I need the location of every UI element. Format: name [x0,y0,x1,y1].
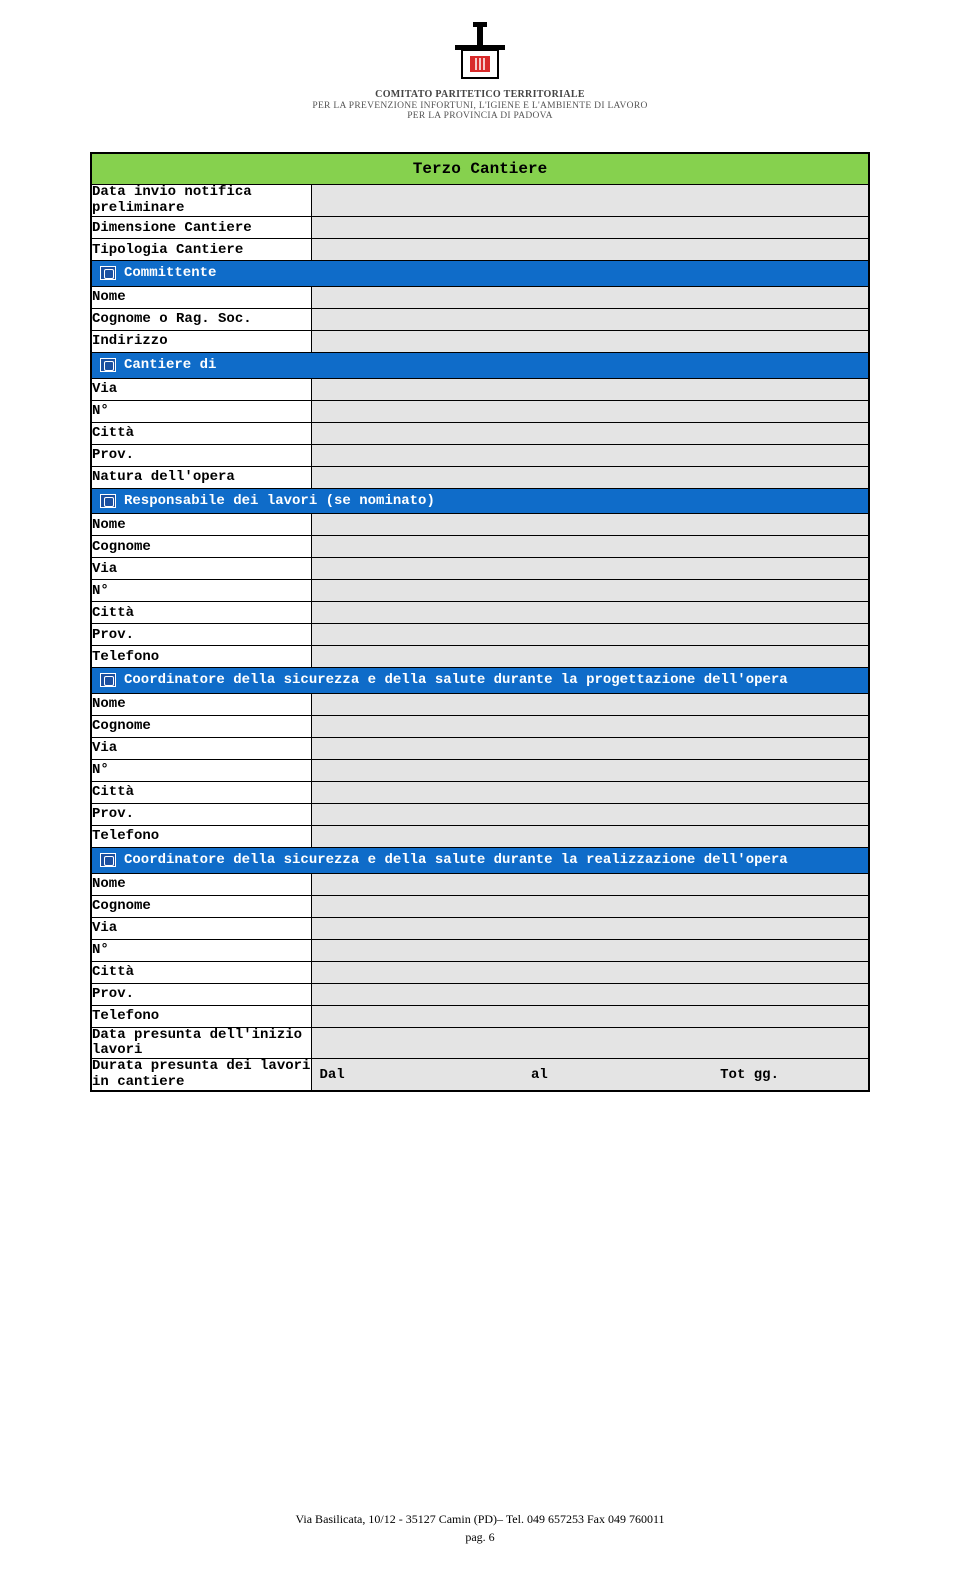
form-table: Terzo Cantiere Data invio notifica preli… [90,152,870,1092]
bullet-icon [100,358,116,372]
form-title: Terzo Cantiere [91,153,869,185]
input-tipologia[interactable] [311,239,869,261]
durata-dal-label: Dal [312,1063,368,1087]
input-nome-2[interactable] [311,514,869,536]
input-nome-4[interactable] [311,873,869,895]
label-cognome-2: Cognome [91,536,311,558]
label-indirizzo: Indirizzo [91,330,311,352]
label-prov-1: Prov. [91,444,311,466]
label-via-1: Via [91,378,311,400]
label-cognome-4: Cognome [91,895,311,917]
input-telefono-2[interactable] [311,646,869,668]
org-line2: PER LA PREVENZIONE INFORTUNI, L'IGIENE E… [90,101,870,112]
label-dimensione: Dimensione Cantiere [91,217,311,239]
label-prov-2: Prov. [91,624,311,646]
document-header: COMITATO PARITETICO TERRITORIALE PER LA … [90,20,870,122]
input-prov-4[interactable] [311,983,869,1005]
input-dimensione[interactable] [311,217,869,239]
input-telefono-3[interactable] [311,825,869,847]
org-line3: PER LA PROVINCIA DI PADOVA [90,111,870,122]
label-cognome-3: Cognome [91,715,311,737]
label-telefono-4: Telefono [91,1005,311,1027]
durata-al-label: al [523,1063,568,1087]
label-via-2: Via [91,558,311,580]
label-telefono-2: Telefono [91,646,311,668]
input-via-3[interactable] [311,737,869,759]
input-data-invio[interactable] [311,185,869,217]
input-data-presunta[interactable] [311,1027,869,1059]
input-nome-3[interactable] [311,693,869,715]
label-data-invio: Data invio notifica preliminare [91,185,311,217]
input-cognome-4[interactable] [311,895,869,917]
input-n-2[interactable] [311,580,869,602]
logo-icon [450,20,510,82]
input-cognome-3[interactable] [311,715,869,737]
label-nome-2: Nome [91,514,311,536]
section-coord-prog: Coordinatore della sicurezza e della sal… [91,668,869,694]
org-line1: COMITATO PARITETICO TERRITORIALE [90,89,870,101]
label-n-1: N° [91,400,311,422]
footer-address: Via Basilicata, 10/12 - 35127 Camin (PD)… [0,1512,960,1527]
footer-page: pag. 6 [0,1530,960,1545]
input-citta-2[interactable] [311,602,869,624]
label-telefono-3: Telefono [91,825,311,847]
input-via-2[interactable] [311,558,869,580]
label-n-2: N° [91,580,311,602]
label-n-4: N° [91,939,311,961]
input-n-3[interactable] [311,759,869,781]
label-via-3: Via [91,737,311,759]
bullet-icon [100,853,116,867]
title-row: Terzo Cantiere [91,153,869,185]
label-n-3: N° [91,759,311,781]
input-prov-2[interactable] [311,624,869,646]
label-citta-1: Città [91,422,311,444]
label-cognome-rag: Cognome o Rag. Soc. [91,308,311,330]
bullet-icon [100,673,116,687]
input-citta-4[interactable] [311,961,869,983]
input-prov-1[interactable] [311,444,869,466]
label-citta-4: Città [91,961,311,983]
label-prov-4: Prov. [91,983,311,1005]
input-prov-3[interactable] [311,803,869,825]
input-natura[interactable] [311,466,869,488]
durata-cell: Dal al Tot gg. [311,1059,869,1091]
input-via-1[interactable] [311,378,869,400]
label-data-presunta: Data presunta dell'inizio lavori [91,1027,311,1059]
label-nome-4: Nome [91,873,311,895]
durata-dal-input[interactable] [367,1063,523,1087]
label-nome-1: Nome [91,286,311,308]
org-text: COMITATO PARITETICO TERRITORIALE PER LA … [90,89,870,122]
durata-al-input[interactable] [567,1063,712,1087]
input-cognome-rag[interactable] [311,308,869,330]
section-coord-real: Coordinatore della sicurezza e della sal… [91,847,869,873]
label-durata-presunta: Durata presunta dei lavori in cantiere [91,1059,311,1091]
input-citta-3[interactable] [311,781,869,803]
input-via-4[interactable] [311,917,869,939]
label-via-4: Via [91,917,311,939]
label-citta-2: Città [91,602,311,624]
durata-tot-label: Tot gg. [712,1063,801,1087]
input-n-4[interactable] [311,939,869,961]
durata-tot-input[interactable] [801,1063,868,1087]
label-tipologia: Tipologia Cantiere [91,239,311,261]
section-committente: Committente [91,261,869,287]
input-cognome-2[interactable] [311,536,869,558]
bullet-icon [100,494,116,508]
label-prov-3: Prov. [91,803,311,825]
input-indirizzo[interactable] [311,330,869,352]
logo [450,20,510,87]
label-nome-3: Nome [91,693,311,715]
label-citta-3: Città [91,781,311,803]
input-n-1[interactable] [311,400,869,422]
page-footer: Via Basilicata, 10/12 - 35127 Camin (PD)… [0,1512,960,1545]
input-telefono-4[interactable] [311,1005,869,1027]
section-responsabile: Responsabile dei lavori (se nominato) [91,488,869,514]
section-cantiere-di: Cantiere di [91,352,869,378]
bullet-icon [100,266,116,280]
input-citta-1[interactable] [311,422,869,444]
input-nome-1[interactable] [311,286,869,308]
label-natura: Natura dell'opera [91,466,311,488]
